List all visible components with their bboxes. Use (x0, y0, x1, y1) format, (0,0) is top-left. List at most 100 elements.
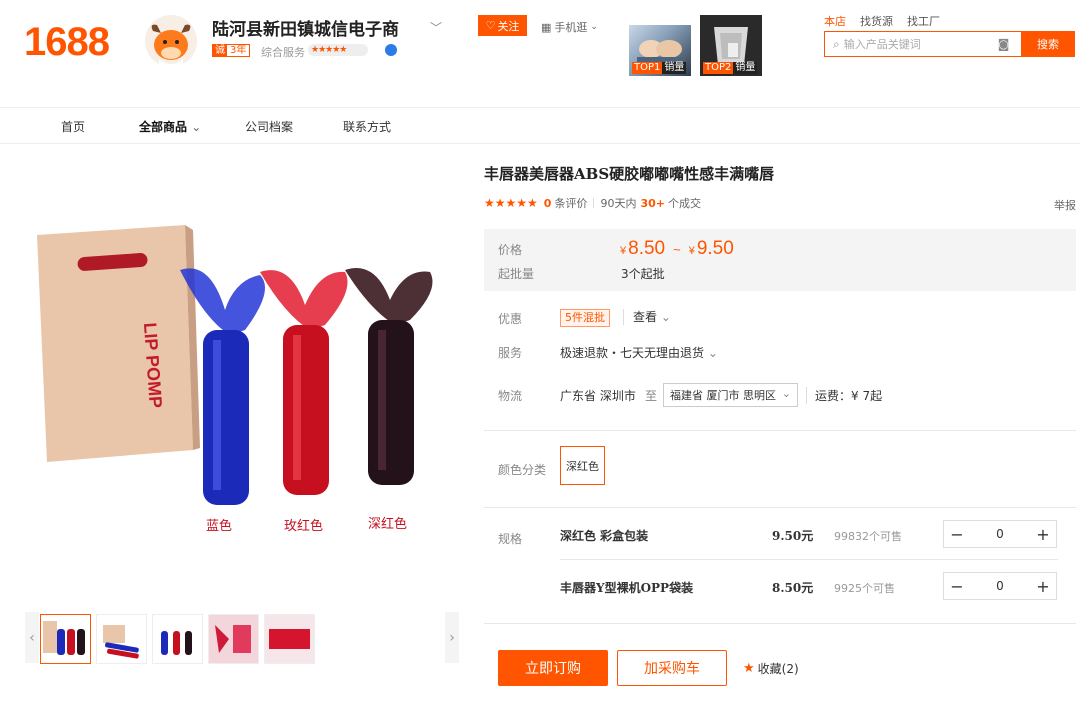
price-low: 8.50 (628, 238, 666, 259)
chevron-down-icon: ⌄ (707, 346, 718, 360)
service-label: 服务 (498, 346, 523, 360)
rating-row: ★★★★★ 0 条评价 90天内 30+ 个成交 (484, 195, 701, 211)
logistics-label: 物流 (498, 389, 523, 403)
shop-avatar[interactable] (145, 15, 197, 67)
years-badge-value: 3年 (230, 45, 247, 56)
review-label: 条评价 (554, 197, 588, 210)
divider (484, 507, 1076, 508)
favorite-button[interactable]: ★ 收藏(2) (743, 660, 799, 677)
search-tab-source[interactable]: 找货源 (860, 13, 893, 29)
mobile-browse-link[interactable]: ▦ 手机逛 ⌄ (541, 19, 598, 35)
quantity-input[interactable]: 0 (970, 527, 1030, 541)
thumbnail-image (161, 631, 192, 655)
price-high: 9.50 (696, 238, 734, 259)
add-to-cart-button[interactable]: 加采购车 (617, 650, 727, 686)
price-box: 价格 ¥ 8.50 ~ ¥ 9.50 起批量 3个起批 (484, 229, 1076, 291)
promo-view-label: 查看 (633, 310, 658, 324)
increment-button[interactable]: + (1030, 573, 1056, 599)
spec-name: 深红色 彩盒包装 (560, 529, 649, 543)
moq-label: 起批量 (498, 267, 535, 281)
search-tab-factory[interactable]: 找工厂 (907, 13, 940, 29)
increment-button[interactable]: + (1030, 521, 1056, 547)
camera-icon[interactable]: ◙ (998, 37, 1010, 51)
service-rating-label: 综合服务 (261, 46, 305, 59)
spec-stock: 9925个可售 (834, 582, 895, 595)
shop-name[interactable]: 陆河县新田镇城信电子商 (212, 15, 399, 40)
product-title: 丰唇器美唇器ABS硬胶嘟嘟嘴性感丰满嘴唇 (484, 165, 775, 183)
divider (484, 430, 1076, 431)
promo-tag: 5件混批 (560, 309, 610, 327)
mobile-browse-label: 手机逛 (554, 21, 588, 34)
decrement-button[interactable]: − (944, 573, 970, 599)
spec-stock: 99832个可售 (834, 530, 902, 543)
nav-contact[interactable]: 联系方式 (343, 118, 391, 135)
spec-name: 丰唇器Y型裸机OPP袋装 (560, 581, 694, 595)
quantity-stepper: − 0 + (943, 572, 1057, 600)
service-value[interactable]: 极速退款・七天无理由退货 ⌄ (560, 344, 718, 361)
thumbs-next-button[interactable]: › (445, 612, 459, 663)
thumbnail-4[interactable] (208, 614, 259, 664)
spec-label: 规格 (498, 532, 523, 546)
ox-mascot-icon (145, 15, 197, 67)
chevron-left-icon: ‹ (29, 629, 35, 646)
nav-all-products[interactable]: 全部商品 ⌄ (139, 118, 201, 135)
color-label-blue: 蓝色 (206, 518, 232, 534)
thumbnail-image (209, 615, 258, 663)
color-label: 颜色分类 (498, 463, 547, 477)
spec-row: 深红色 彩盒包装 9.50元 99832个可售 − 0 + (560, 520, 1058, 550)
top-sold-label: 销量 (662, 62, 687, 74)
search-tabs: 本店 找货源 找工厂 (824, 13, 940, 29)
chevron-down-icon: ⌄ (590, 22, 598, 32)
site-logo[interactable]: 1688 (24, 20, 110, 65)
top-rank: TOP2 (703, 62, 734, 74)
chevron-down-icon: ⌄ (660, 310, 671, 324)
spec-price: 9.50元 (772, 529, 814, 543)
favorite-label: 收藏(2) (757, 662, 799, 676)
search-box: ⌕ ◙ (824, 31, 1021, 57)
lip-plumper-image: LIP POMP 蓝色 玫红色 深红色 (37, 225, 433, 534)
period-label: 90天内 (600, 197, 637, 210)
thumbnail-strip (40, 614, 315, 664)
thumbnail-image (103, 625, 139, 659)
service-rating-stars: ★★★★★ (308, 44, 368, 56)
search-tab-shop[interactable]: 本店 (824, 13, 846, 29)
top-sold-label: 销量 (733, 62, 758, 74)
thumbnail-2[interactable] (96, 614, 147, 664)
promo-label: 优惠 (498, 312, 523, 326)
quantity-input[interactable]: 0 (970, 579, 1030, 593)
years-badge-prefix: 诚 (213, 45, 227, 56)
thumbnail-3[interactable] (152, 614, 203, 664)
nav-home[interactable]: 首页 (61, 118, 85, 135)
buy-now-button[interactable]: 立即订购 (498, 650, 608, 686)
search-button[interactable]: 搜索 (1021, 31, 1075, 57)
chevron-down-icon: ⌄ (191, 120, 202, 134)
thumbs-prev-button[interactable]: ‹ (25, 612, 39, 663)
color-option-deep-red[interactable]: 深红色 (560, 446, 605, 485)
heart-icon: ♡ (485, 19, 496, 32)
chevron-down-icon[interactable]: ﹀ (430, 19, 442, 36)
review-count[interactable]: 0 (544, 197, 552, 210)
nav-company-profile[interactable]: 公司档案 (245, 118, 293, 135)
promo-view-more[interactable]: 查看 ⌄ (623, 309, 671, 325)
search-icon: ⌕ (833, 36, 840, 51)
main-product-image[interactable]: LIP POMP 蓝色 玫红色 深红色 (25, 200, 460, 540)
top-product-1[interactable]: TOP1 销量 (629, 15, 691, 76)
color-label-deep: 深红色 (368, 516, 407, 532)
price-label: 价格 (498, 243, 523, 257)
search-input[interactable] (843, 37, 994, 51)
top-product-2[interactable]: TOP2 销量 (700, 15, 762, 76)
decrement-button[interactable]: − (944, 521, 970, 547)
thumbnail-5[interactable] (264, 614, 315, 664)
thumbnail-image (43, 621, 85, 655)
currency-symbol: ¥ (620, 245, 627, 257)
chevron-down-icon: ⌄ (781, 387, 791, 400)
top-product-label: TOP1 销量 (632, 62, 687, 74)
ship-to-select[interactable]: 福建省 厦门市 思明区 ⌄ (663, 383, 798, 407)
freight-info: 运费：¥ 7起 (806, 387, 882, 404)
thumbnail-1[interactable] (40, 614, 91, 664)
currency-symbol: ¥ (688, 245, 695, 257)
report-link[interactable]: 举报 (1054, 197, 1076, 213)
ship-from: 广东省 深圳市 (560, 389, 636, 403)
follow-button[interactable]: ♡ 关注 (478, 15, 527, 36)
chevron-right-icon: › (449, 629, 455, 646)
